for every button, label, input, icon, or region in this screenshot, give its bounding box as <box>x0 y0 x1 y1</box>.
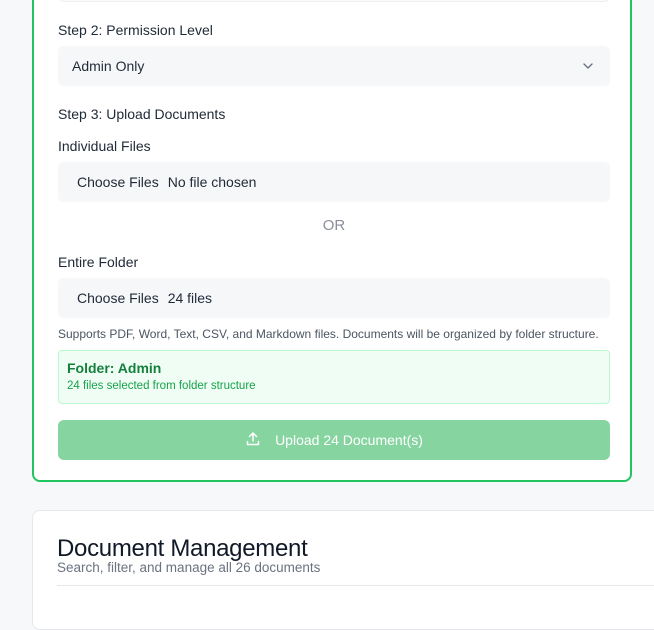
section-divider <box>57 585 654 586</box>
individual-files-label: Individual Files <box>58 138 151 154</box>
upload-button-label: Upload 24 Document(s) <box>275 432 423 448</box>
choose-files-button[interactable]: Choose Files <box>77 174 159 190</box>
folder-info-box: Folder: Admin 24 files selected from fol… <box>58 350 610 404</box>
folder-input[interactable]: Choose Files 24 files <box>58 278 610 318</box>
permission-select[interactable]: Admin Only <box>58 46 610 86</box>
step3-label: Step 3: Upload Documents <box>58 106 226 122</box>
upload-form-card: Step 2: Permission Level Admin Only Step… <box>32 0 632 482</box>
choose-folder-button[interactable]: Choose Files <box>77 290 159 306</box>
document-management-title: Document Management <box>57 535 308 562</box>
upload-icon <box>245 431 261 450</box>
folder-status-text: 24 files <box>167 290 213 306</box>
or-divider: OR <box>322 217 346 234</box>
supported-formats-note: Supports PDF, Word, Text, CSV, and Markd… <box>58 327 599 341</box>
entire-folder-label: Entire Folder <box>58 254 139 270</box>
step2-label: Step 2: Permission Level <box>58 22 213 38</box>
upload-button[interactable]: Upload 24 Document(s) <box>58 420 610 460</box>
chevron-down-icon <box>582 59 596 73</box>
document-management-card: Document Management Search, filter, and … <box>32 510 654 630</box>
previous-field[interactable] <box>58 0 610 2</box>
individual-files-input[interactable]: Choose Files No file chosen <box>58 162 610 202</box>
file-status-text: No file chosen <box>167 174 257 190</box>
folder-info-title: Folder: Admin <box>67 360 162 376</box>
document-management-subtitle: Search, filter, and manage all 26 docume… <box>57 560 321 575</box>
folder-info-subtitle: 24 files selected from folder structure <box>67 380 256 392</box>
permission-select-value: Admin Only <box>72 58 145 74</box>
